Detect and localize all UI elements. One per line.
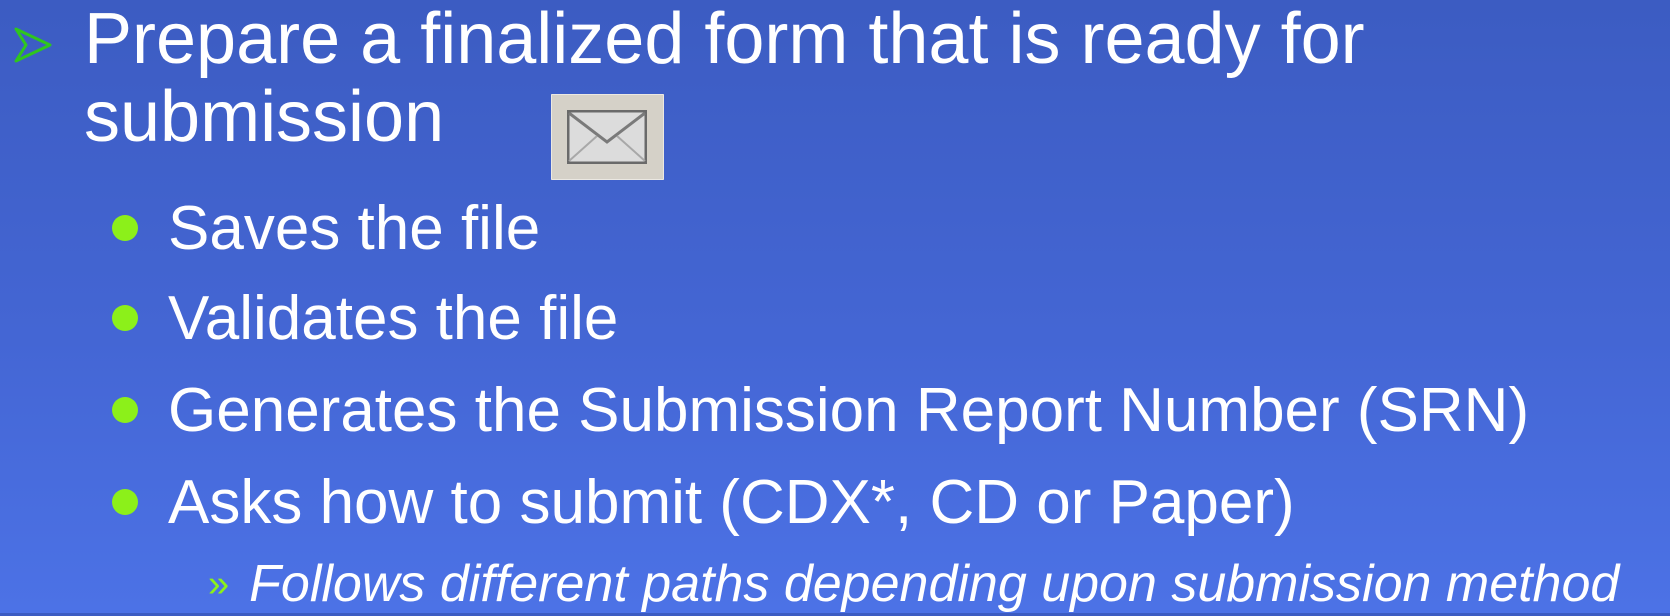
list-item: Saves the file [112, 188, 540, 268]
bullet-list: Saves the file Validates the file Genera… [0, 0, 1670, 613]
list-item: Generates the Submission Report Number (… [112, 370, 1529, 450]
bullet-text: Saves the file [168, 193, 541, 263]
bullet-text: Validates the file [168, 283, 619, 353]
bullet-dot [112, 305, 138, 331]
slide: Prepare a finalized form that is ready f… [0, 0, 1670, 613]
list-item: Asks how to submit (CDX*, CD or Paper) [112, 462, 1295, 542]
sub-bullet-text: Follows different paths depending upon s… [249, 555, 1620, 613]
bullet-dot [112, 397, 138, 423]
sub-list-item: » Follows different paths depending upon… [208, 552, 1619, 616]
bullet-dot [112, 489, 138, 515]
list-item: Validates the file [112, 278, 618, 358]
bullet-dot [112, 215, 138, 241]
bullet-text: Asks how to submit (CDX*, CD or Paper) [168, 467, 1295, 537]
bullet-text: Generates the Submission Report Number (… [168, 375, 1530, 445]
sub-bullet-marker: » [208, 563, 230, 605]
